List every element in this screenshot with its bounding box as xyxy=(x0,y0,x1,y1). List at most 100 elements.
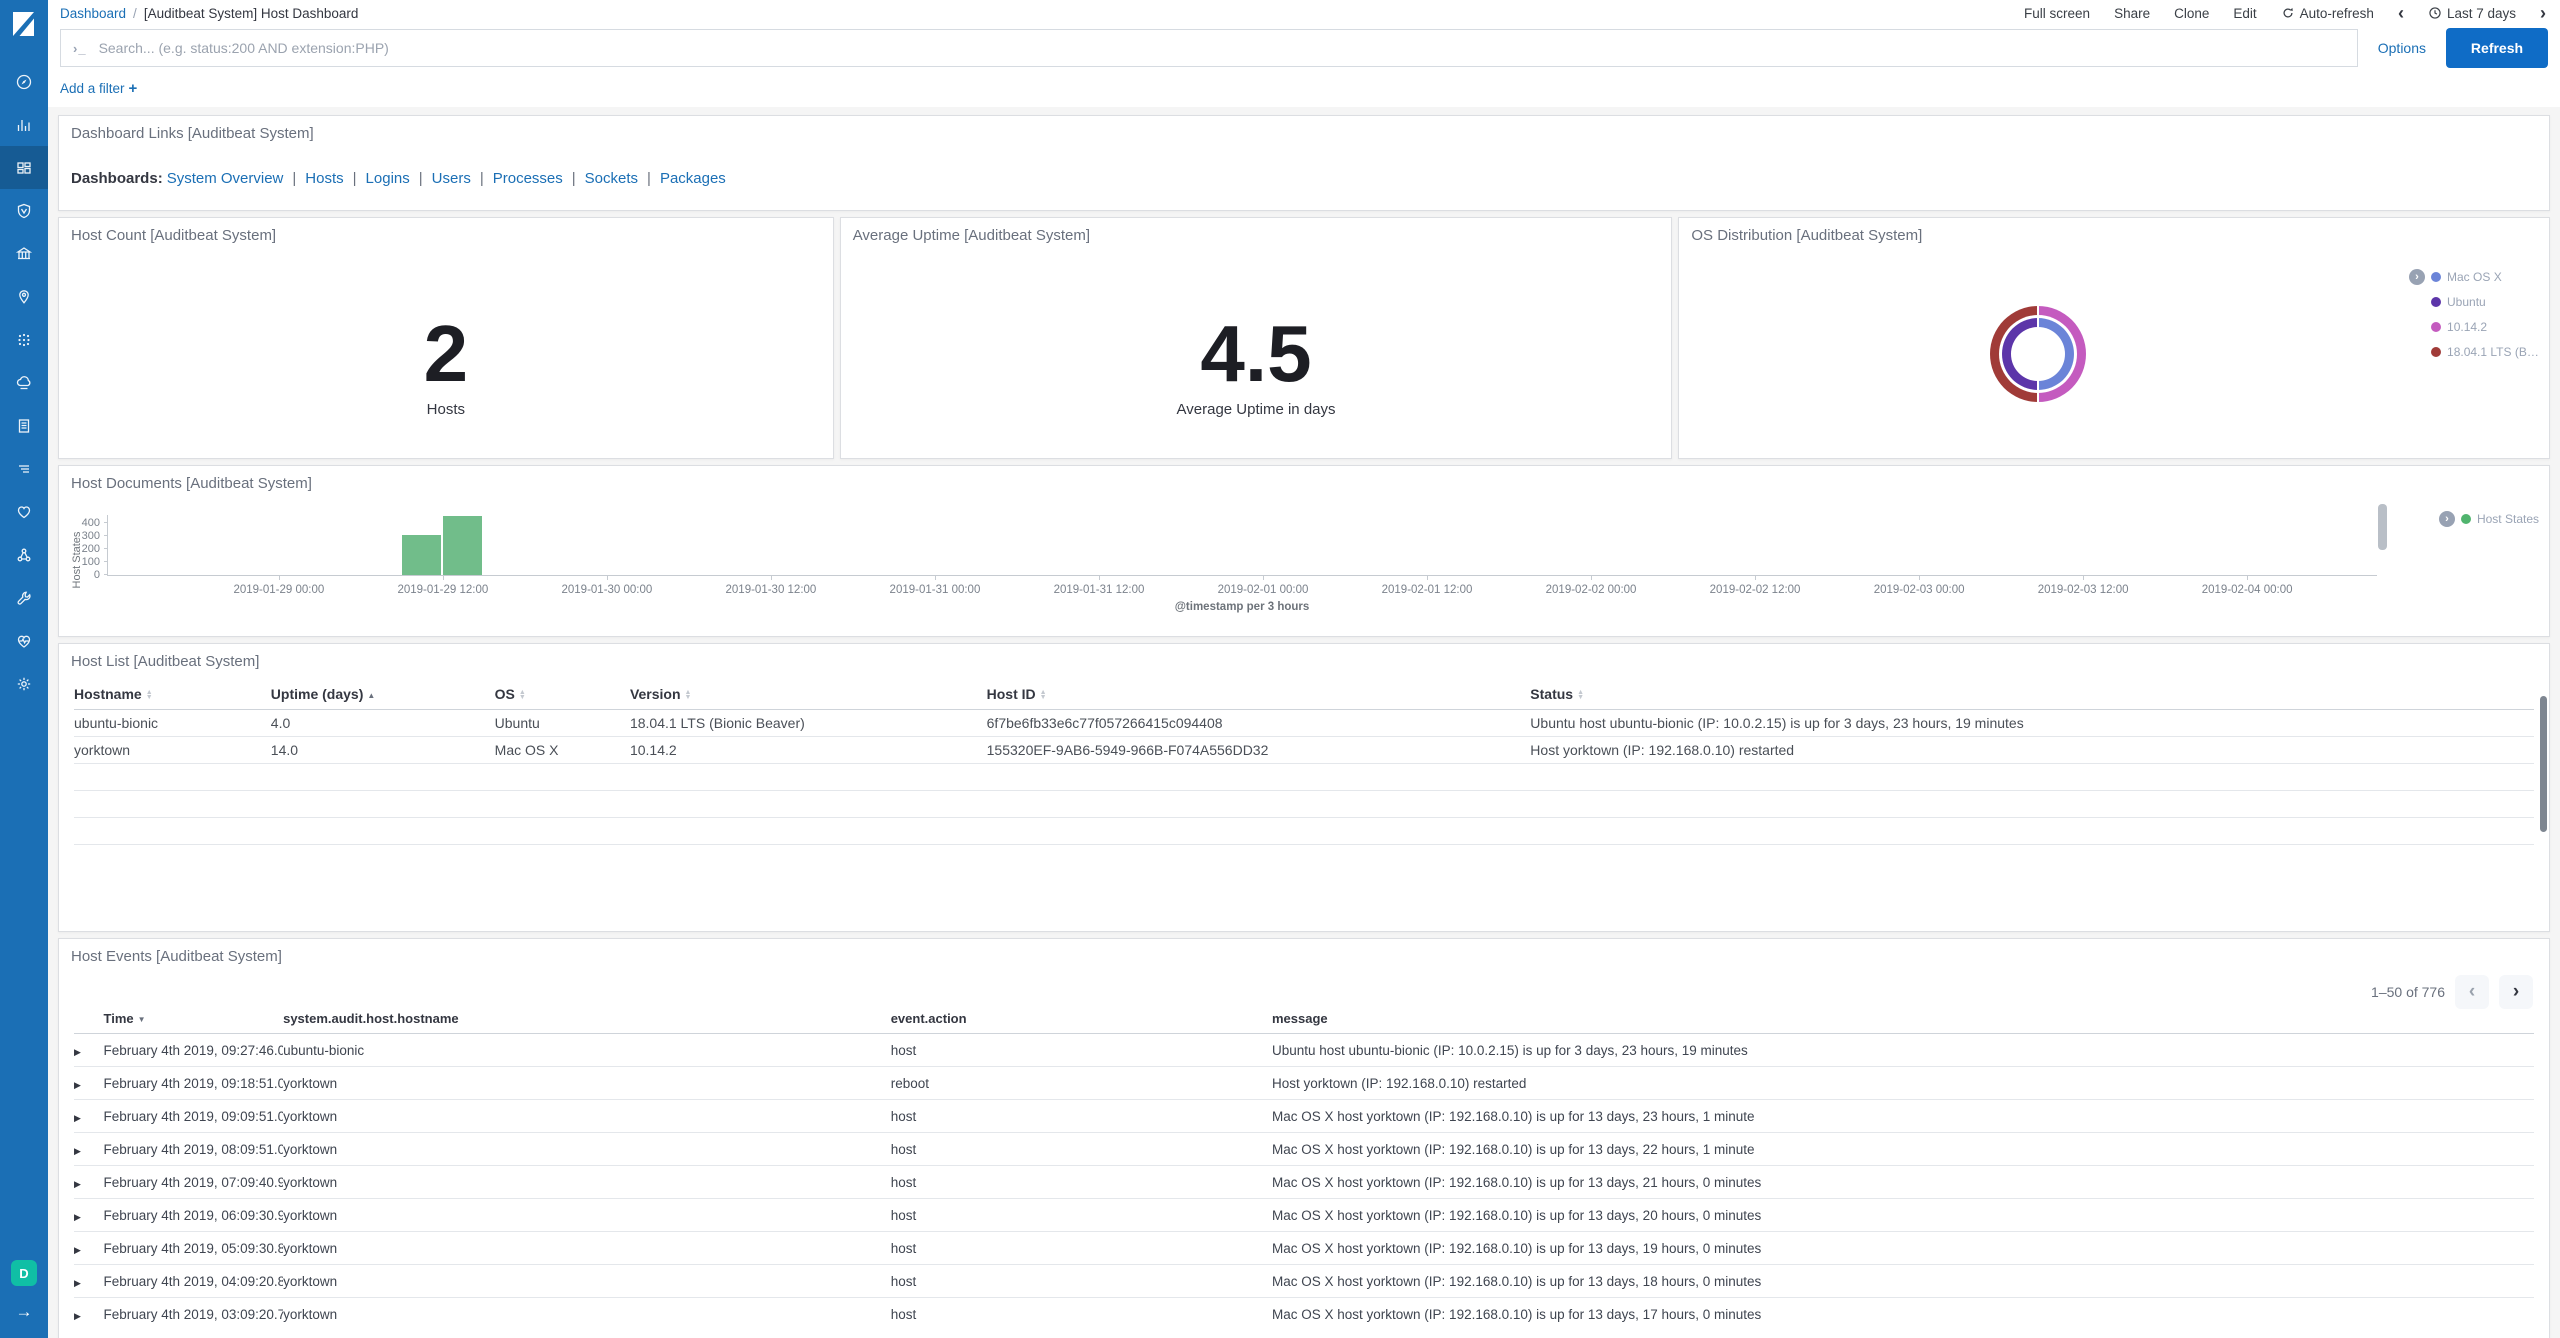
table-cell: 6f7be6fb33e6c77f057266415c094408 xyxy=(987,710,1531,737)
host-count-value: 2 xyxy=(59,314,833,394)
table-row: ubuntu-bionic4.0Ubuntu18.04.1 LTS (Bioni… xyxy=(74,710,2534,737)
empty-table-row xyxy=(74,764,2534,791)
refresh-button[interactable]: Refresh xyxy=(2446,28,2548,68)
time-forward-button[interactable]: › xyxy=(2540,4,2546,22)
sidebar-item-monitoring[interactable] xyxy=(0,619,48,662)
column-header[interactable]: message xyxy=(1272,1005,2534,1034)
time-back-button[interactable]: ‹ xyxy=(2398,4,2404,22)
kibana-logo[interactable] xyxy=(0,0,48,48)
sidebar-item-dev-tools[interactable] xyxy=(0,576,48,619)
sidebar-item-canvas[interactable] xyxy=(0,232,48,275)
table-cell: February 4th 2019, 06:09:30.907 xyxy=(104,1199,284,1232)
sidebar-item-infrastructure[interactable] xyxy=(0,361,48,404)
dashboard-link-system-overview[interactable]: System Overview xyxy=(167,170,284,187)
empty-cell xyxy=(495,818,630,845)
sidebar-item-graph[interactable] xyxy=(0,533,48,576)
sidebar-item-uptime[interactable] xyxy=(0,490,48,533)
x-axis-tick xyxy=(2247,575,2248,580)
share-button[interactable]: Share xyxy=(2114,6,2150,21)
x-axis-tick xyxy=(2083,575,2084,580)
host-list-scrollbar-thumb[interactable] xyxy=(2540,696,2547,832)
dashboard-link-sockets[interactable]: Sockets xyxy=(585,170,638,187)
plus-icon: + xyxy=(129,80,138,97)
x-axis-tick-label: 2019-01-30 12:00 xyxy=(726,584,817,596)
host-events-table: Time▼system.audit.host.hostnameevent.act… xyxy=(74,1005,2534,1331)
options-link[interactable]: Options xyxy=(2378,40,2426,56)
row-expand-icon[interactable]: ▶ xyxy=(74,1080,81,1090)
sidebar-item-machine-learning[interactable] xyxy=(0,318,48,361)
os-distribution-legend: › Mac OS X Ubuntu 10.14.2 18.04.1 LTS (Bioni… xyxy=(2409,264,2539,364)
chart-scrollbar-thumb[interactable] xyxy=(2378,504,2387,550)
link-separator: | xyxy=(647,170,651,187)
dashboard-link-packages[interactable]: Packages xyxy=(660,170,726,187)
machine-learning-icon xyxy=(15,331,33,349)
legend-label[interactable]: Mac OS X xyxy=(2447,270,2502,284)
row-expand-icon[interactable]: ▶ xyxy=(74,1278,81,1288)
sidebar-item-apm[interactable] xyxy=(0,447,48,490)
clone-button[interactable]: Clone xyxy=(2174,6,2209,21)
full-screen-button[interactable]: Full screen xyxy=(2024,6,2090,21)
dashboard-link-logins[interactable]: Logins xyxy=(366,170,410,187)
column-header[interactable]: Version▲▼ xyxy=(630,680,987,710)
column-header[interactable]: Time▼ xyxy=(104,1005,284,1034)
auto-refresh-button[interactable]: Auto-refresh xyxy=(2281,6,2374,21)
dashboard-link-processes[interactable]: Processes xyxy=(493,170,563,187)
sidebar-item-dashboard[interactable] xyxy=(0,146,48,189)
add-filter-button[interactable]: Add a filter+ xyxy=(60,81,137,96)
sidebar-item-maps[interactable] xyxy=(0,275,48,318)
sidebar-item-discover[interactable] xyxy=(0,60,48,103)
edit-button[interactable]: Edit xyxy=(2233,6,2256,21)
pagination-prev-button[interactable]: ‹ xyxy=(2455,975,2489,1009)
legend-toggle-icon[interactable]: › xyxy=(2439,511,2455,527)
column-header[interactable]: Hostname▲▼ xyxy=(74,680,271,710)
table-cell: Mac OS X host yorktown (IP: 192.168.0.10… xyxy=(1272,1265,2534,1298)
table-cell: yorktown xyxy=(283,1298,891,1331)
row-expand-icon[interactable]: ▶ xyxy=(74,1212,81,1222)
table-cell: Mac OS X host yorktown (IP: 192.168.0.10… xyxy=(1272,1298,2534,1331)
column-header[interactable]: system.audit.host.hostname xyxy=(283,1005,891,1034)
legend-label[interactable]: 18.04.1 LTS (Bionic B... xyxy=(2447,345,2539,359)
legend-label[interactable]: Host States xyxy=(2477,512,2539,526)
search-input[interactable]: ›_ Search... (e.g. status:200 AND extens… xyxy=(60,29,2358,67)
sort-icon: ▲▼ xyxy=(1577,690,1584,701)
bar-2019-01-29 09:00[interactable] xyxy=(402,535,441,575)
sidebar-item-logs[interactable] xyxy=(0,404,48,447)
column-header[interactable]: Host ID▲▼ xyxy=(987,680,1531,710)
row-expand-icon[interactable]: ▶ xyxy=(74,1245,81,1255)
sort-desc-icon: ▼ xyxy=(138,1015,146,1024)
row-expand-icon[interactable]: ▶ xyxy=(74,1113,81,1123)
panel-title: Average Uptime [Auditbeat System] xyxy=(841,218,1672,244)
panel-host-events: Host Events [Auditbeat System] 1–50 of 7… xyxy=(58,938,2550,1338)
column-header[interactable]: Uptime (days)▲ xyxy=(271,680,495,710)
row-expand-icon[interactable]: ▶ xyxy=(74,1146,81,1156)
x-axis-tick-label: 2019-01-29 00:00 xyxy=(233,584,324,596)
pagination-next-button[interactable]: › xyxy=(2499,975,2533,1009)
console-prompt-icon: ›_ xyxy=(73,41,87,56)
legend-label[interactable]: 10.14.2 xyxy=(2447,320,2487,334)
legend-label[interactable]: Ubuntu xyxy=(2447,295,2486,309)
table-cell: 4.0 xyxy=(271,710,495,737)
row-expand-icon[interactable]: ▶ xyxy=(74,1179,81,1189)
sidebar-collapse-arrow-icon[interactable]: → xyxy=(16,1302,33,1322)
empty-cell xyxy=(495,764,630,791)
event-row: ▶February 4th 2019, 05:09:30.860yorktown… xyxy=(74,1232,2534,1265)
timelion-icon xyxy=(15,202,33,220)
time-range-picker[interactable]: Last 7 days xyxy=(2428,6,2516,21)
sidebar-item-management[interactable] xyxy=(0,662,48,705)
space-badge[interactable]: D xyxy=(11,1260,37,1286)
column-header[interactable]: OS▲▼ xyxy=(495,680,630,710)
column-header[interactable]: event.action xyxy=(891,1005,1272,1034)
sidebar-item-timelion[interactable] xyxy=(0,189,48,232)
row-expand-icon[interactable]: ▶ xyxy=(74,1311,81,1321)
legend-toggle-icon[interactable]: › xyxy=(2409,269,2425,285)
column-header[interactable]: Status▲▼ xyxy=(1530,680,2534,710)
os-distribution-donut-chart[interactable] xyxy=(1990,306,2086,402)
breadcrumb-dashboard-link[interactable]: Dashboard xyxy=(60,6,126,21)
dashboard-link-users[interactable]: Users xyxy=(432,170,471,187)
row-expand-icon[interactable]: ▶ xyxy=(74,1047,81,1057)
bar-2019-01-29 12:00[interactable] xyxy=(443,516,482,575)
dashboard-link-hosts[interactable]: Hosts xyxy=(305,170,343,187)
sidebar-item-visualize[interactable] xyxy=(0,103,48,146)
table-cell: host xyxy=(891,1034,1272,1067)
table-row: yorktown14.0Mac OS X10.14.2155320EF-9AB6… xyxy=(74,737,2534,764)
